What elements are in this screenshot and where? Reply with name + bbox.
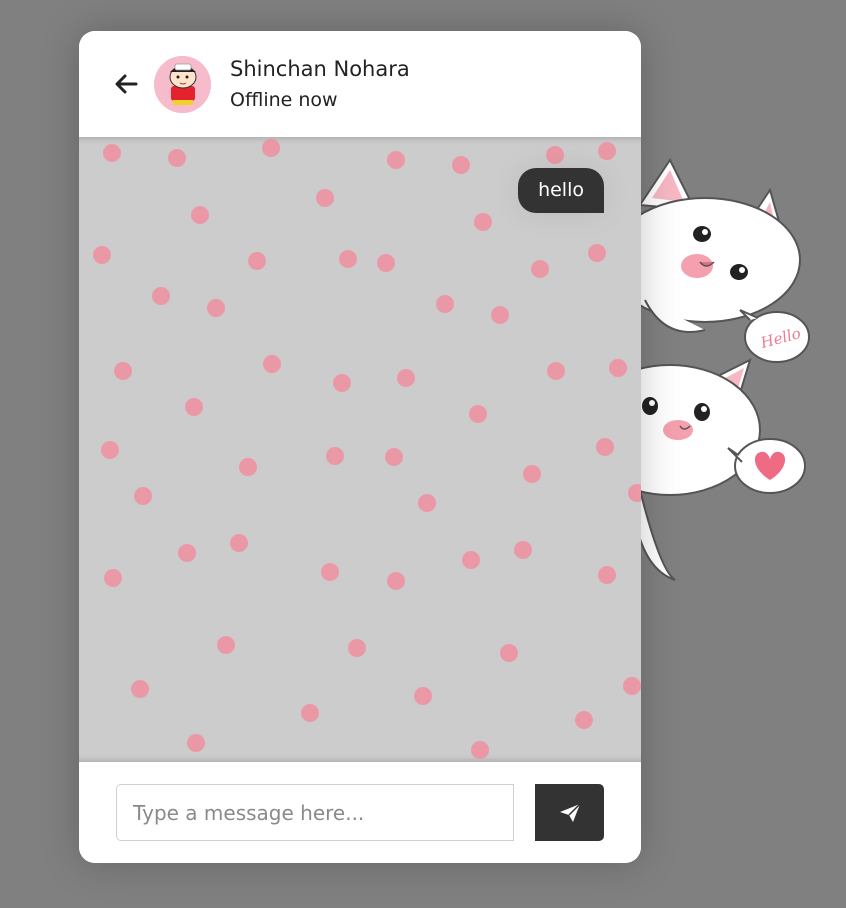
paper-plane-icon xyxy=(559,802,581,822)
hello-speech-bubble: Hello xyxy=(739,309,810,363)
contact-name: Shinchan Nohara xyxy=(230,57,410,81)
contact-details: Shinchan Nohara Offline now xyxy=(230,55,410,115)
back-button[interactable] xyxy=(112,70,140,98)
message-input[interactable] xyxy=(116,784,514,841)
arrow-left-icon xyxy=(115,74,138,94)
typing-area xyxy=(79,762,641,863)
outgoing-message: hello xyxy=(518,168,604,213)
chat-window: Shinchan Nohara Offline now hello xyxy=(79,31,641,863)
avatar xyxy=(154,56,211,113)
chat-box[interactable]: hello xyxy=(79,137,641,762)
dotted-background xyxy=(93,139,641,759)
chat-header: Shinchan Nohara Offline now xyxy=(79,31,641,137)
send-button[interactable] xyxy=(535,784,604,841)
contact-status: Offline now xyxy=(230,89,338,111)
